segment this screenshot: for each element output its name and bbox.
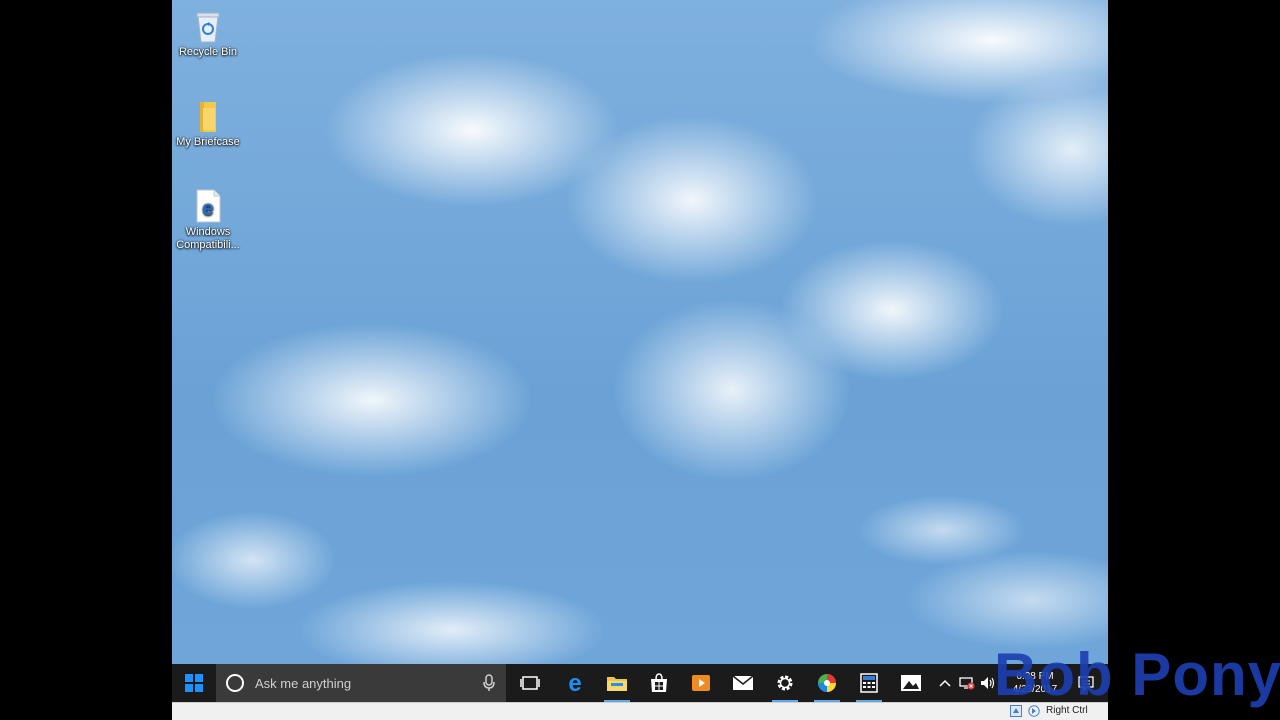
task-view-button[interactable] <box>510 664 550 702</box>
photos-icon <box>901 675 921 691</box>
taskbar: Ask me anything e 6:38 PM 4/23/2017 <box>172 664 1108 702</box>
taskbar-settings[interactable] <box>764 664 806 702</box>
search-placeholder: Ask me anything <box>255 675 352 691</box>
cortana-icon <box>226 674 244 692</box>
desktop-wallpaper <box>172 0 1108 664</box>
desktop-icon-windows-compatibility[interactable]: e Windows Compatibili... <box>172 188 244 252</box>
watermark: Bob Pony <box>994 641 1280 708</box>
chevron-up-icon <box>939 679 951 687</box>
color-wheel-icon <box>818 674 836 692</box>
gear-icon <box>777 675 793 691</box>
svg-text:e: e <box>202 198 213 220</box>
start-button[interactable] <box>172 664 216 702</box>
desktop-icon-label: My Briefcase <box>176 136 240 148</box>
svg-text:e: e <box>568 672 581 694</box>
taskbar-file-explorer[interactable] <box>596 664 638 702</box>
file-explorer-icon <box>607 677 627 691</box>
tray-overflow-button[interactable] <box>934 664 956 702</box>
microphone-icon[interactable] <box>482 674 496 692</box>
store-icon <box>651 673 667 692</box>
desktop-icon-label: Windows Compatibili... <box>176 226 240 251</box>
edge-icon: e <box>568 672 581 694</box>
taskbar-photos[interactable] <box>890 664 932 702</box>
tray-network[interactable] <box>956 664 978 702</box>
recycle-bin-icon <box>192 8 224 44</box>
vm-status-bar: Right Ctrl <box>172 702 1108 720</box>
mail-icon <box>732 675 754 690</box>
network-disconnected-icon <box>959 677 975 690</box>
cortana-search-box[interactable]: Ask me anything <box>216 664 506 702</box>
windows-logo-icon <box>185 674 203 692</box>
desktop-icon-recycle-bin[interactable]: Recycle Bin <box>172 8 244 59</box>
task-view-icon <box>520 676 540 690</box>
taskbar-edge[interactable]: e <box>554 664 596 702</box>
desktop-icon-my-briefcase[interactable]: My Briefcase <box>172 98 244 149</box>
edge-document-icon: e <box>192 188 224 224</box>
folder-icon <box>192 98 224 134</box>
media-player-icon <box>692 675 710 691</box>
taskbar-calculator[interactable] <box>848 664 890 702</box>
taskbar-media-player[interactable] <box>680 664 722 702</box>
taskbar-mail[interactable] <box>722 664 764 702</box>
guest-screen: Recycle Bin My Briefcase e Windows Compa… <box>172 0 1108 720</box>
taskbar-color-app[interactable] <box>806 664 848 702</box>
desktop-icon-label: Recycle Bin <box>178 46 238 58</box>
taskbar-store[interactable] <box>638 664 680 702</box>
calculator-icon <box>860 673 878 693</box>
